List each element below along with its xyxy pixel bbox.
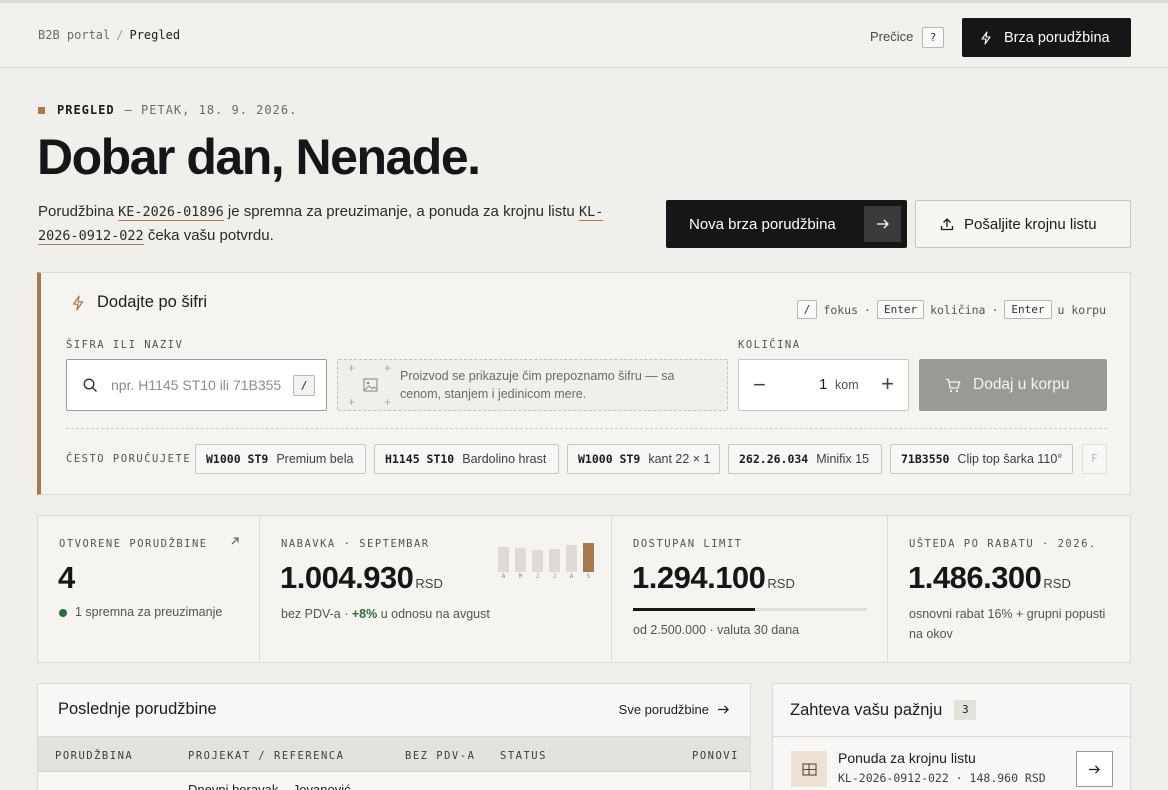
cut-list-icon [791, 751, 827, 787]
increase-quantity-button[interactable]: + [881, 371, 894, 397]
focus-shortcut-key: / [293, 375, 315, 396]
code-search-field[interactable]: / [66, 359, 327, 411]
attention-count-badge: 3 [954, 700, 977, 720]
open-orders-value: 4 [58, 560, 75, 595]
quantity-label: KOLIČINA [738, 339, 801, 351]
attention-title: Zahteva vašu pažnju 3 [790, 700, 977, 720]
month-label: S [586, 573, 591, 580]
attention-item-details: KL-2026-0912-022 · 148.960 RSD [838, 771, 1046, 785]
column-header[interactable]: STATUS [500, 750, 547, 762]
divider [773, 736, 1130, 737]
upload-icon [940, 218, 954, 231]
ready-status: 1 spremna za preuzimanje [59, 602, 222, 622]
month-bar [583, 543, 594, 572]
slash-key: / [796, 300, 818, 319]
lightning-icon [981, 30, 991, 45]
stats-row: OTVORENE PORUDŽBINE 4 1 spremna za preuz… [37, 515, 1131, 663]
quantity-value[interactable]: 1 [819, 376, 827, 393]
code-search-input[interactable] [111, 374, 283, 396]
savings-details: osnovni rabat 16% + grupni popusti na ok… [909, 607, 1106, 641]
quick-order-button[interactable]: Brza porudžbina [962, 18, 1131, 57]
attention-item-title[interactable]: Ponuda za krojnu listu [838, 750, 976, 766]
table-row-project[interactable]: Dnevni boravak – Jovanović [188, 782, 351, 790]
recent-orders-title: Poslednje porudžbine [58, 700, 217, 718]
month-bar [549, 549, 560, 572]
product-preview-placeholder: + + + + Proizvod se prikazuje čim prepoz… [337, 359, 728, 411]
month-label: J [552, 573, 557, 580]
stat-credit-limit: DOSTUPAN LIMIT 1.294.100 RSD od 2.500.000… [612, 516, 888, 662]
breadcrumb-root[interactable]: B2B portal [38, 28, 110, 42]
arrow-right-icon [864, 206, 901, 242]
page-eyebrow: PREGLED — PETAK, 18. 9. 2026. [38, 103, 297, 117]
column-header: PONOVI [692, 750, 739, 762]
stat-open-orders[interactable]: OTVORENE PORUDŽBINE 4 1 spremna za preuz… [38, 516, 260, 662]
purchase-change: bez PDV-a · +8% u odnosu na avgust [281, 607, 490, 621]
frequent-item-chip[interactable]: W1000 ST9 kant 22 × 1 [567, 444, 720, 474]
greeting-title: Dobar dan, Nenade. [37, 129, 481, 185]
quantity-stepper: − 1 kom + [738, 359, 909, 411]
savings-value: 1.486.300 RSD [908, 560, 1071, 595]
month-label: M [518, 573, 523, 580]
open-item-button[interactable] [1076, 751, 1113, 787]
lightning-icon [72, 295, 84, 310]
month-label: A [501, 573, 506, 580]
month-label: J [535, 573, 540, 580]
frequent-item-chip[interactable]: H1145 ST10 Bardolino hrast [374, 444, 559, 474]
column-header[interactable]: BEZ PDV-A [405, 750, 475, 762]
all-orders-link[interactable]: Sve porudžbine [619, 702, 730, 717]
arrow-right-icon [1089, 764, 1100, 774]
breadcrumb-current: Pregled [129, 28, 181, 42]
divider [66, 428, 1107, 429]
monthly-mini-chart: AMJJAS [498, 534, 598, 580]
stat-purchases: NABAVKA · SEPTEMBAR 1.004.930 RSD bez PDV… [260, 516, 612, 662]
order-code-link[interactable]: KE-2026-01896 [118, 204, 224, 221]
shortcuts-label[interactable]: Prečice [870, 29, 913, 44]
month-bar [515, 548, 526, 572]
frequent-items-label: ČESTO PORUČUJETE [66, 453, 192, 465]
image-icon [363, 378, 378, 392]
frequent-item-chip[interactable]: W1000 ST9 Premium bela [195, 444, 366, 474]
limit-details: od 2.500.000 · valuta 30 dana [633, 623, 800, 637]
current-date: — PETAK, 18. 9. 2026. [124, 103, 298, 117]
new-quick-order-button[interactable]: Nova brza porudžbina [666, 200, 907, 248]
month-bar [566, 545, 577, 572]
recent-orders-panel: Poslednje porudžbine Sve porudžbine PORU… [37, 683, 751, 790]
month-bar [498, 547, 509, 572]
status-dot [59, 608, 67, 617]
limit-value: 1.294.100 RSD [632, 560, 795, 595]
top-bar: B2B portal / Pregled Prečice ? Brza porudž… [0, 0, 1168, 68]
enter-key: Enter [1004, 300, 1052, 319]
purchase-value: 1.004.930 RSD [280, 560, 443, 595]
search-icon [83, 378, 97, 392]
decrease-quantity-button[interactable]: − [753, 372, 766, 398]
shortcuts-help-key[interactable]: ? [922, 27, 944, 48]
enter-key: Enter [876, 300, 925, 319]
stat-savings: UŠTEDA PO RABATU · 2026. 1.486.300 RSD os… [888, 516, 1130, 662]
attention-panel: Zahteva vašu pažnju 3 Ponuda za krojnu l… [772, 683, 1131, 790]
month-bar [532, 550, 543, 572]
code-field-label: ŠIFRA ILI NAZIV [66, 339, 184, 351]
month-label: A [569, 573, 574, 580]
column-header[interactable]: PORUDŽBINA [55, 750, 133, 762]
send-cut-list-button[interactable]: Pošaljite krojnu listu [915, 200, 1131, 248]
arrow-up-right-icon [231, 537, 239, 545]
limit-progress-fill [633, 608, 755, 611]
orders-table-header: PORUDŽBINA PROJEKAT / REFERENCA BEZ PDV-… [38, 736, 750, 772]
frequent-item-chip-overflow[interactable]: F [1082, 444, 1107, 474]
arrow-right-icon [718, 705, 729, 714]
quantity-unit: kom [835, 378, 859, 392]
cart-icon [946, 378, 961, 392]
frequent-item-chip[interactable]: 262.26.034 Minifix 15 [728, 444, 882, 474]
breadcrumb: B2B portal / Pregled [38, 28, 181, 42]
limit-progress-bar [633, 608, 867, 611]
frequent-item-chip[interactable]: 71B3550 Clip top šarka 110° [890, 444, 1073, 474]
add-to-cart-button[interactable]: Dodaj u korpu [919, 359, 1107, 411]
quick-add-title: Dodajte po šifri [71, 293, 207, 312]
column-header[interactable]: PROJEKAT / REFERENCA [188, 750, 344, 762]
status-summary: Porudžbina KE-2026-01896 je spremna za p… [38, 203, 604, 245]
keyboard-shortcuts-hint: / fokus · Enter količina · Enter u korpu [796, 300, 1106, 319]
quick-add-panel: Dodajte po šifri / fokus · Enter količin… [37, 272, 1131, 495]
eyebrow-marker [38, 106, 45, 114]
